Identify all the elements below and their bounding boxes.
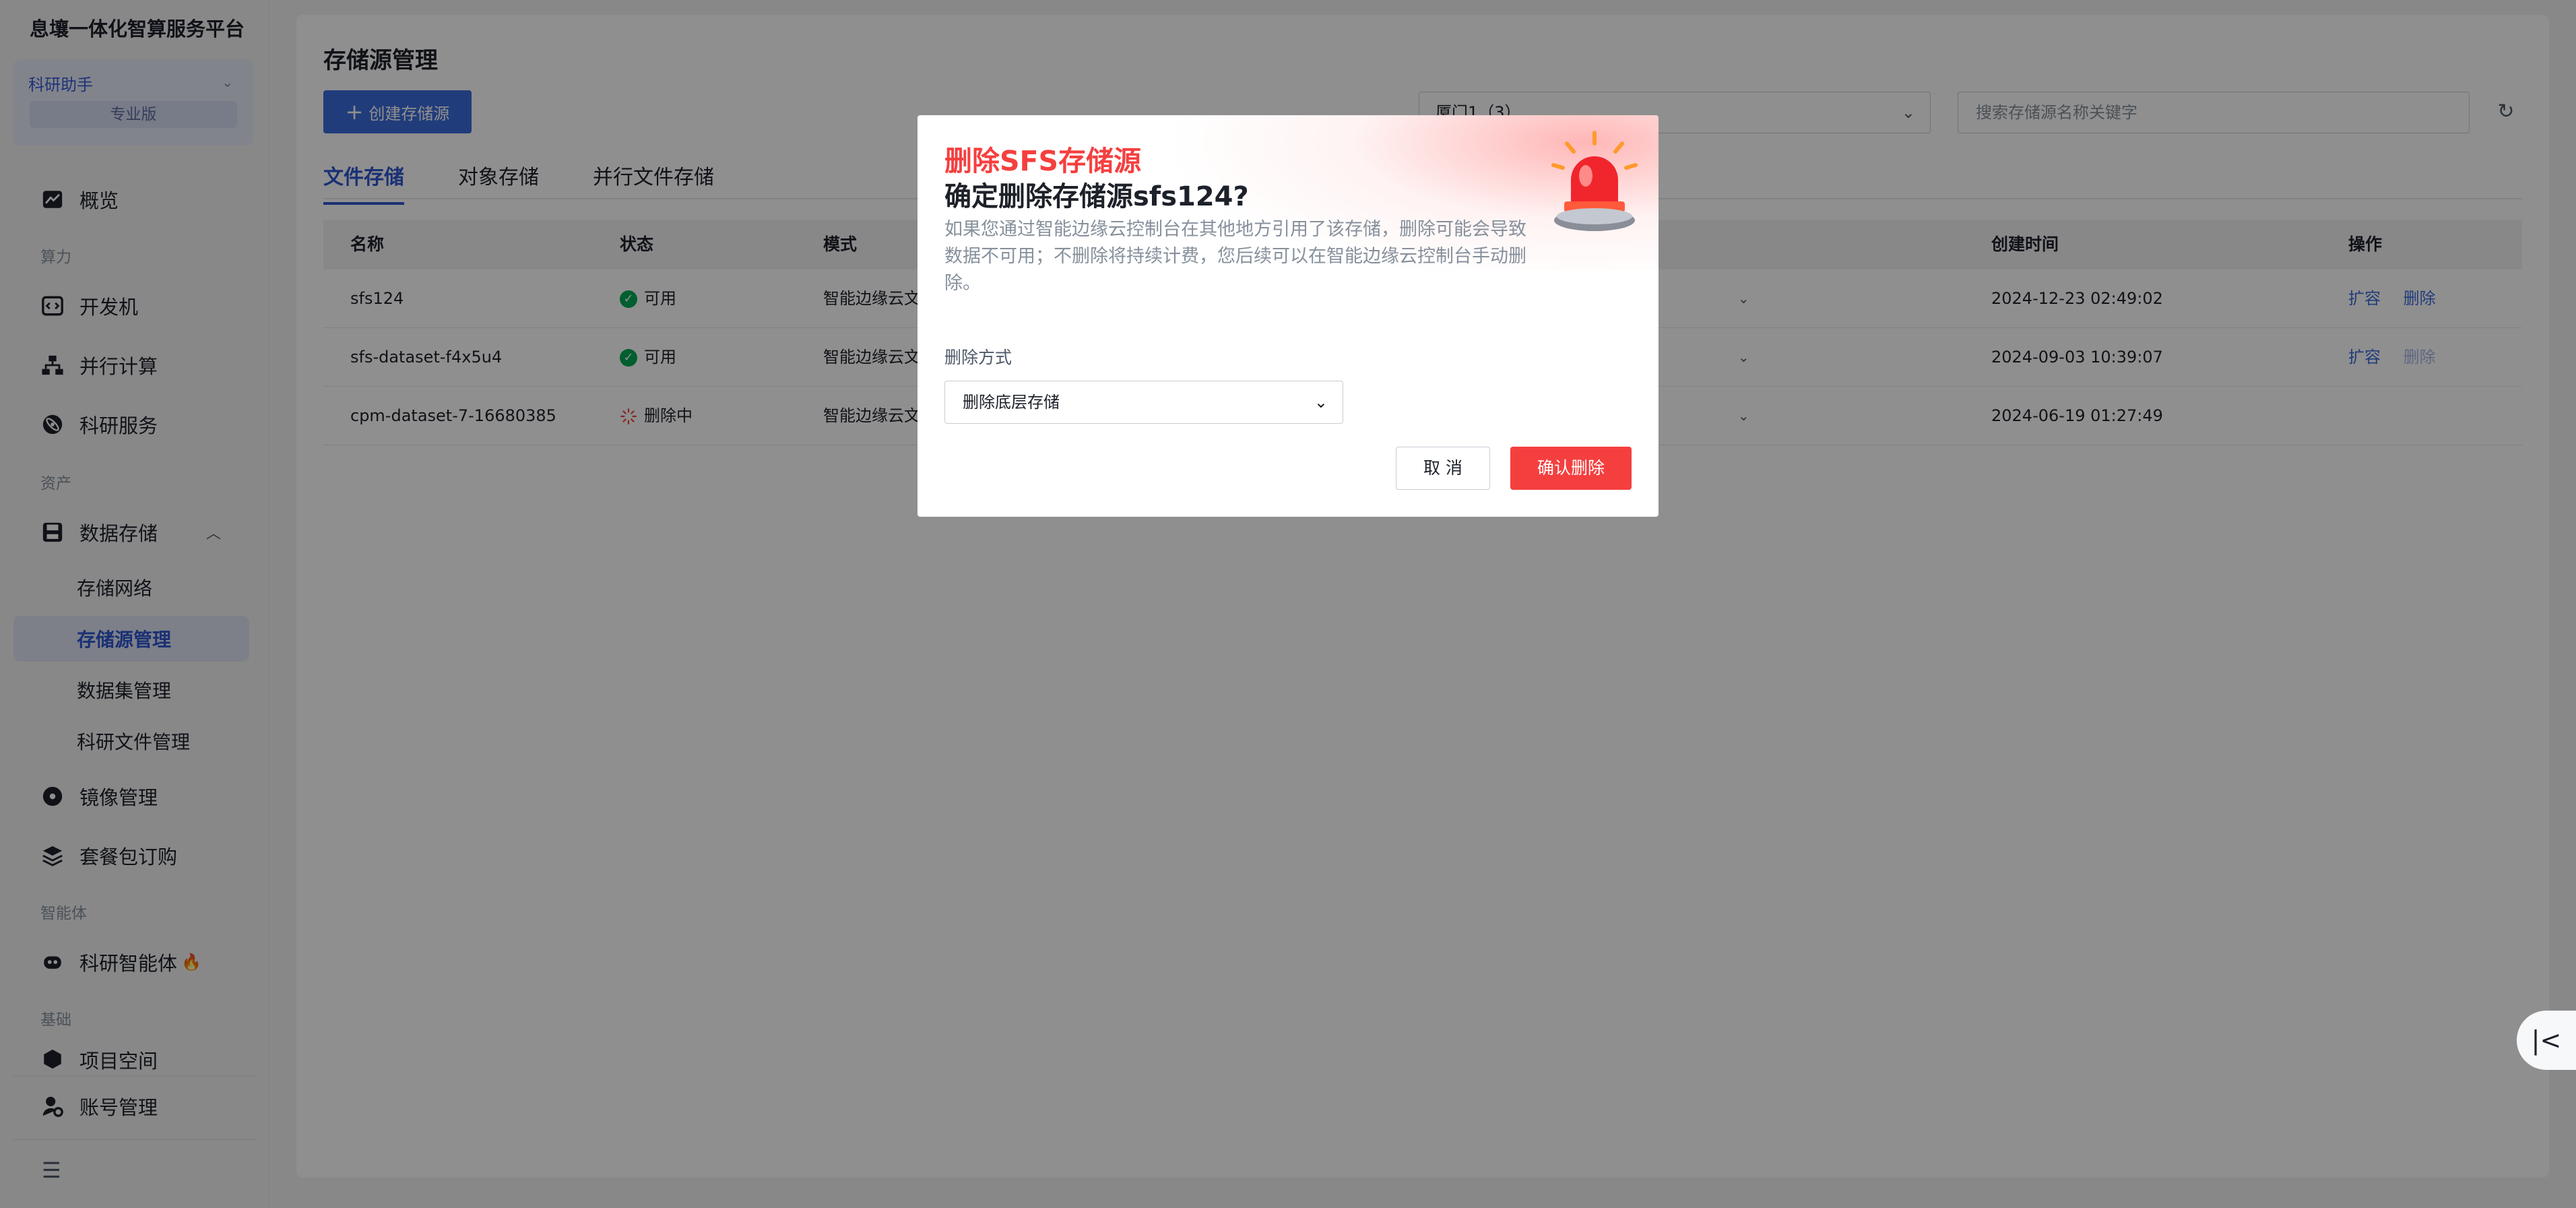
- confirm-delete-button[interactable]: 确认删除: [1510, 447, 1632, 490]
- collapse-panel-icon[interactable]: |<: [2517, 1011, 2576, 1070]
- delete-method-label: 删除方式: [944, 348, 1012, 367]
- delete-method-select[interactable]: 删除底层存储 ⌄: [944, 381, 1343, 424]
- alarm-siren-icon: [1551, 131, 1638, 231]
- dialog-title: 删除SFS存储源: [944, 145, 1142, 177]
- delete-storage-dialog: 删除SFS存储源 确定删除存储源sfs124? 如果您通过智能边缘云控制台在其他…: [917, 115, 1659, 517]
- chevron-down-icon: ⌄: [1314, 393, 1328, 412]
- cancel-button[interactable]: 取 消: [1396, 447, 1490, 490]
- dialog-subtitle: 确定删除存储源sfs124?: [944, 181, 1249, 212]
- dialog-description: 如果您通过智能边缘云控制台在其他地方引用了该存储，删除可能会导致数据不可用；不删…: [944, 219, 1526, 294]
